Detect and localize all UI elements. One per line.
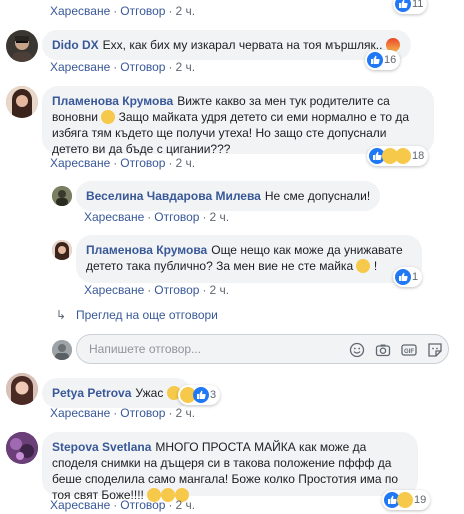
- reaction-count[interactable]: 16: [365, 50, 401, 70]
- reply-input[interactable]: Напишете отговор... GIF: [76, 334, 449, 364]
- comment-text-end: !: [373, 259, 378, 273]
- comment-bubble: Веселина Чавдарова Милева Не сме допуснал…: [76, 181, 381, 211]
- reply-arrow-icon: ↳: [56, 308, 67, 322]
- smiley-icon: [356, 259, 371, 273]
- reaction-number: 11: [412, 0, 424, 10]
- reply-action[interactable]: Отговор: [154, 283, 199, 297]
- reply-action[interactable]: Отговор: [120, 406, 165, 420]
- timestamp[interactable]: 2 ч.: [209, 210, 229, 224]
- avatar[interactable]: [52, 186, 72, 206]
- timestamp[interactable]: 2 ч.: [209, 283, 229, 297]
- avatar[interactable]: [6, 373, 38, 405]
- reaction-count[interactable]: 1: [393, 267, 423, 287]
- comment-text: Не сме допуснали!: [264, 189, 371, 203]
- timestamp[interactable]: 2 ч.: [175, 60, 195, 74]
- reaction-number: 3: [210, 389, 217, 401]
- reaction-count[interactable]: 11: [393, 0, 428, 14]
- like-action[interactable]: Харесване: [50, 4, 110, 18]
- like-icon: [193, 387, 209, 403]
- reaction-count[interactable]: 18: [367, 146, 429, 166]
- camera-icon[interactable]: [375, 342, 391, 358]
- comment-actions: Харесване · Отговор · 2 ч.: [50, 4, 196, 18]
- reply-action[interactable]: Отговор: [154, 210, 199, 224]
- comment-actions: Харесване · Отговор · 2 ч.: [50, 156, 196, 170]
- timestamp[interactable]: 2 ч.: [175, 156, 195, 170]
- comment-actions: Харесване · Отговор · 2 ч.: [50, 60, 196, 74]
- like-icon: [395, 0, 411, 12]
- svg-text:GIF: GIF: [404, 349, 414, 355]
- smiley-icon: [101, 110, 116, 124]
- like-icon: [367, 52, 383, 68]
- comment-author[interactable]: Dido DX: [52, 38, 99, 52]
- reaction-number: 18: [412, 150, 425, 162]
- avatar[interactable]: [52, 340, 72, 360]
- comment-author[interactable]: Пламенова Крумова: [52, 94, 173, 108]
- comment-bubble: Dido DX Ехх, как бих му изкарал червата н…: [42, 30, 411, 60]
- comment-text: Ехх, как бих му изкарал червата на тоя м…: [102, 38, 383, 52]
- like-icon: [395, 269, 411, 285]
- avatar[interactable]: [6, 432, 38, 464]
- reply-action[interactable]: Отговор: [120, 4, 165, 18]
- timestamp[interactable]: 2 ч.: [175, 498, 195, 512]
- like-action[interactable]: Харесване: [50, 498, 110, 512]
- comment-text: Ужас: [135, 386, 164, 400]
- avatar[interactable]: [6, 86, 38, 118]
- comment-author[interactable]: Веселина Чавдарова Милева: [86, 189, 261, 203]
- reaction-count[interactable]: 3: [178, 385, 221, 405]
- gif-icon[interactable]: GIF: [401, 342, 417, 358]
- comment-actions: Харесване · Отговор · 2 ч.: [50, 498, 196, 512]
- comment-actions: Харесване · Отговор · 2 ч.: [50, 406, 196, 420]
- timestamp[interactable]: 2 ч.: [175, 406, 195, 420]
- reply-action[interactable]: Отговор: [120, 156, 165, 170]
- comment-author[interactable]: Petya Petrova: [52, 386, 131, 400]
- avatar[interactable]: [6, 30, 38, 62]
- sad-icon: [395, 148, 411, 164]
- like-action[interactable]: Харесване: [50, 60, 110, 74]
- reaction-number: 1: [412, 271, 419, 283]
- view-more-replies-link[interactable]: Преглед на още отговори: [76, 308, 218, 322]
- comment-actions: Харесване · Отговор · 2 ч.: [84, 283, 230, 297]
- comment-bubble: Пламенова Крумова Вижте какво за мен тук …: [42, 86, 434, 156]
- sad-icon: [397, 492, 413, 508]
- reply-action[interactable]: Отговор: [120, 498, 165, 512]
- reaction-number: 16: [384, 54, 397, 66]
- like-action[interactable]: Харесване: [50, 156, 110, 170]
- sticker-icon[interactable]: [427, 342, 443, 358]
- comment-bubble: Stepova Svetlana МНОГО ПРОСТА МАЙКА как м…: [42, 432, 418, 502]
- reaction-number: 19: [414, 494, 427, 506]
- like-action[interactable]: Харесване: [84, 210, 144, 224]
- comment-author[interactable]: Stepova Svetlana: [52, 440, 151, 454]
- reaction-count[interactable]: 19: [382, 490, 431, 510]
- like-action[interactable]: Харесване: [84, 283, 144, 297]
- comment-author[interactable]: Пламенова Крумова: [86, 243, 207, 257]
- timestamp[interactable]: 2 ч.: [175, 4, 195, 18]
- reply-placeholder: Напишете отговор...: [89, 342, 202, 356]
- like-action[interactable]: Харесване: [50, 406, 110, 420]
- comment-bubble: Petya Petrova Ужас: [42, 378, 191, 408]
- avatar[interactable]: [52, 240, 72, 260]
- comment-bubble: Пламенова Крумова Още нещо как може да ун…: [76, 235, 422, 283]
- reply-action[interactable]: Отговор: [120, 60, 165, 74]
- comment-actions: Харесване · Отговор · 2 ч.: [84, 210, 230, 224]
- smiley-icon[interactable]: [349, 342, 365, 358]
